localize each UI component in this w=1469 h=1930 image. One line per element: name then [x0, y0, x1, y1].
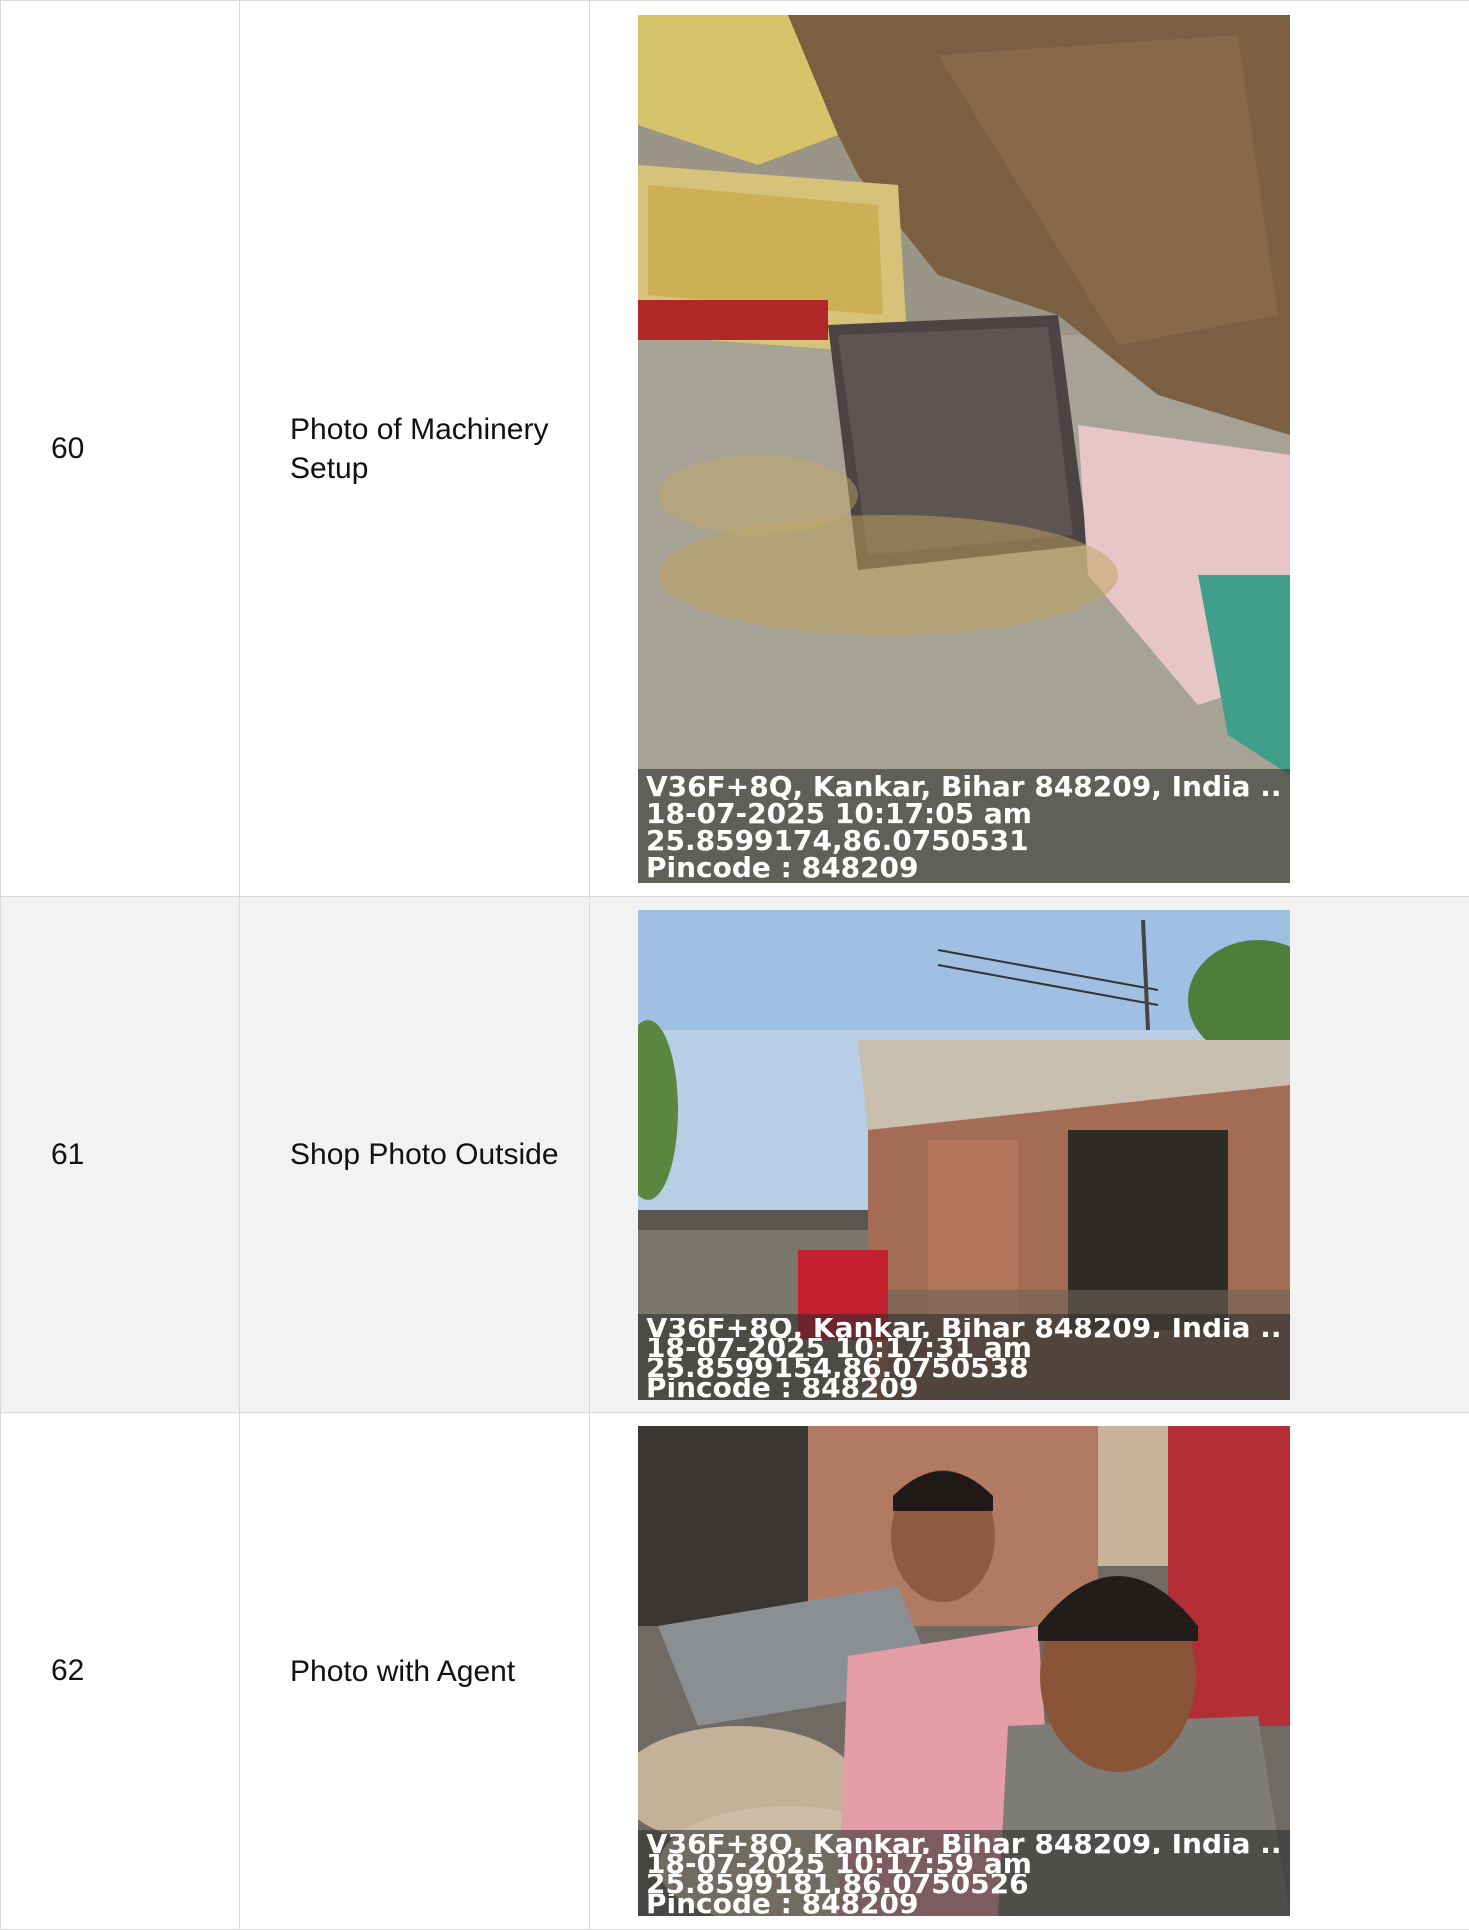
photo-label: Photo of Machinery Setup	[290, 412, 549, 485]
photo-label-cell: Photo with Agent	[239, 1412, 590, 1930]
stamp-datetime: 18-07-2025 10:17:59 am	[646, 1854, 1032, 1874]
photo-label: Photo with Agent	[290, 1654, 516, 1688]
stamp-pincode: Pincode : 848209	[646, 1377, 919, 1398]
photo-cell: V36F+8Q, Kankar, Bihar 848209, India ...…	[589, 1412, 1469, 1930]
stamp-address: V36F+8Q, Kankar, Bihar 848209, India ...	[646, 772, 1282, 800]
photo-label: Shop Photo Outside	[290, 1138, 559, 1171]
stamp-datetime: 18-07-2025 10:17:05 am	[646, 799, 1032, 827]
serial-number: 61	[51, 1137, 85, 1171]
table-row: 61 Shop Photo Outside V36F+8Q, Kankar, B…	[0, 896, 1469, 1413]
geo-stamp: V36F+8Q, Kankar, Bihar 848209, India ...…	[638, 768, 1290, 883]
table-row: 60 Photo of Machinery Setup V36F+8Q, Kan…	[0, 0, 1469, 897]
stamp-coords: 25.8599154,86.0750538	[646, 1357, 1029, 1378]
shop-outside-photo[interactable]: V36F+8Q, Kankar, Bihar 848209, India ...…	[638, 909, 1290, 1400]
serial-number: 62	[51, 1654, 85, 1687]
stamp-coords: 25.8599181,86.0750526	[646, 1874, 1029, 1894]
machinery-photo-image	[638, 14, 1290, 883]
agent-photo[interactable]: V36F+8Q, Kankar, Bihar 848209, India ...…	[638, 1426, 1290, 1916]
verification-photo-table: 60 Photo of Machinery Setup V36F+8Q, Kan…	[0, 0, 1469, 1930]
photo-label-cell: Photo of Machinery Setup	[239, 0, 590, 897]
stamp-pincode: Pincode : 848209	[646, 853, 919, 881]
serial-number: 60	[51, 431, 85, 465]
stamp-address: V36F+8Q, Kankar, Bihar 848209, India ...	[646, 1834, 1282, 1854]
table-row: 62 Photo with Agent V36F+8Q, Kankar, Bih…	[0, 1412, 1469, 1930]
machinery-photo[interactable]: V36F+8Q, Kankar, Bihar 848209, India ...…	[638, 14, 1290, 883]
serial-number-cell: 60	[0, 0, 240, 897]
stamp-pincode: Pincode : 848209	[646, 1894, 919, 1914]
serial-number-cell: 61	[0, 896, 240, 1413]
geo-stamp: V36F+8Q, Kankar, Bihar 848209, India ...…	[638, 1313, 1290, 1400]
photo-cell: V36F+8Q, Kankar, Bihar 848209, India ...…	[589, 896, 1469, 1413]
photo-cell: V36F+8Q, Kankar, Bihar 848209, India ...…	[589, 0, 1469, 897]
stamp-address: V36F+8Q, Kankar, Bihar 848209, India ...	[646, 1317, 1282, 1338]
geo-stamp: V36F+8Q, Kankar, Bihar 848209, India ...…	[638, 1830, 1290, 1916]
stamp-coords: 25.8599174,86.0750531	[646, 826, 1029, 854]
photo-label-cell: Shop Photo Outside	[239, 896, 590, 1413]
stamp-datetime: 18-07-2025 10:17:31 am	[646, 1337, 1032, 1358]
serial-number-cell: 62	[0, 1412, 240, 1930]
